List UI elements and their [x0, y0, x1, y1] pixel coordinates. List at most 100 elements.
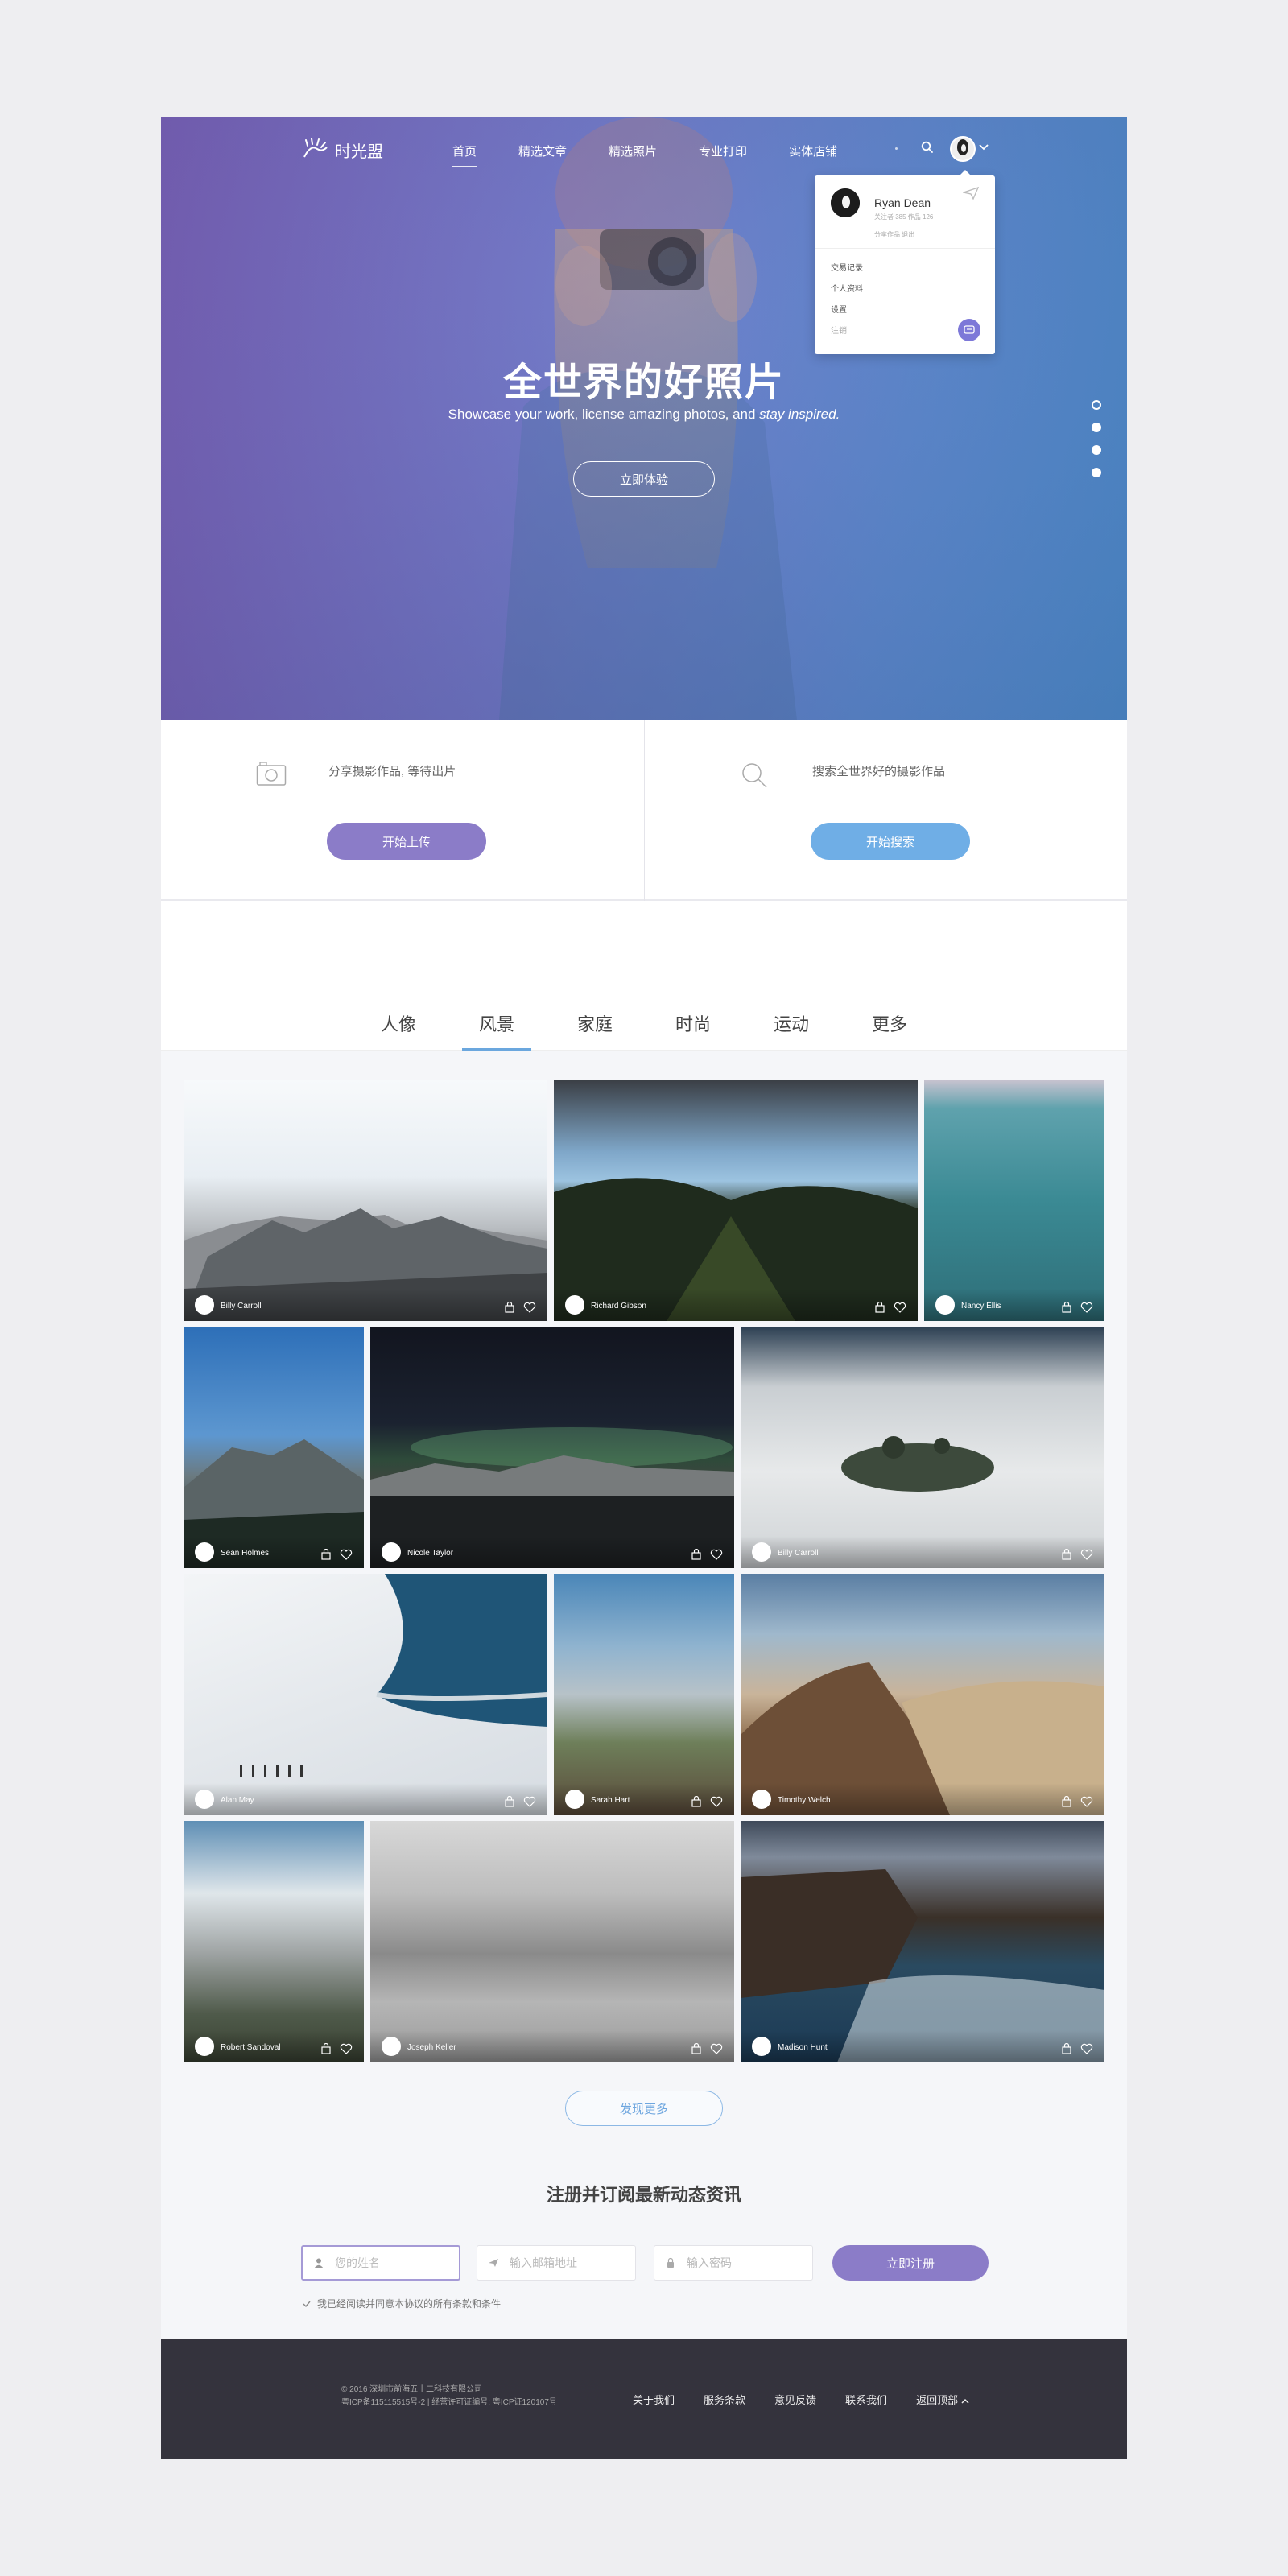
check-icon[interactable] — [303, 2301, 311, 2307]
footer-link-contact[interactable]: 联系我们 — [845, 2392, 887, 2407]
password-field[interactable]: 输入密码 — [654, 2245, 813, 2281]
slider-dot-1[interactable] — [1092, 400, 1101, 410]
heart-icon[interactable] — [710, 1549, 723, 1560]
heart-icon[interactable] — [894, 1302, 906, 1313]
author-avatar[interactable] — [382, 2037, 401, 2056]
photo-card[interactable]: Alan May — [184, 1574, 547, 1815]
heart-icon[interactable] — [340, 2043, 353, 2054]
bag-icon[interactable] — [504, 1302, 515, 1313]
bag-icon[interactable] — [1061, 1796, 1072, 1807]
photo-card[interactable]: Robert Sandoval — [184, 1821, 364, 2062]
heart-icon[interactable] — [1080, 2043, 1093, 2054]
bag-icon[interactable] — [691, 1549, 702, 1560]
heart-icon[interactable] — [1080, 1549, 1093, 1560]
photo-card[interactable]: Nicole Taylor — [370, 1327, 734, 1568]
name-field[interactable]: 您的姓名 — [301, 2245, 460, 2281]
dropdown-item-logout[interactable]: 注销 — [831, 325, 863, 346]
author-name[interactable]: Richard Gibson — [591, 1302, 646, 1311]
heart-icon[interactable] — [1080, 1796, 1093, 1807]
heart-icon[interactable] — [710, 1796, 723, 1807]
search-icon[interactable] — [921, 141, 934, 154]
heart-icon[interactable] — [1080, 1302, 1093, 1313]
author-avatar[interactable] — [195, 1295, 214, 1315]
bag-icon[interactable] — [874, 1302, 886, 1313]
dropdown-item-settings[interactable]: 设置 — [831, 304, 863, 325]
author-avatar[interactable] — [382, 1542, 401, 1562]
tab-fashion[interactable]: 时尚 — [644, 1002, 742, 1051]
tab-sports[interactable]: 运动 — [742, 1002, 840, 1051]
bag-icon[interactable] — [320, 2043, 332, 2054]
slider-dot-2[interactable] — [1092, 423, 1101, 432]
discover-more-button[interactable]: 发现更多 — [565, 2091, 723, 2126]
try-now-button[interactable]: 立即体验 — [573, 461, 715, 497]
author-name[interactable]: Robert Sandoval — [221, 2043, 281, 2052]
author-avatar[interactable] — [565, 1790, 584, 1809]
slider-dot-4[interactable] — [1092, 468, 1101, 477]
photo-card[interactable]: Billy Carroll — [184, 1080, 547, 1321]
author-avatar[interactable] — [752, 1790, 771, 1809]
photo-card[interactable]: Richard Gibson — [554, 1080, 918, 1321]
photo-card[interactable]: Sean Holmes — [184, 1327, 364, 1568]
photo-card[interactable]: Timothy Welch — [741, 1574, 1104, 1815]
author-name[interactable]: Nancy Ellis — [961, 1302, 1001, 1311]
tab-family[interactable]: 家庭 — [546, 1002, 644, 1051]
bag-icon[interactable] — [691, 2043, 702, 2054]
dropdown-item-profile[interactable]: 个人资料 — [831, 283, 863, 304]
author-name[interactable]: Nicole Taylor — [407, 1549, 453, 1558]
photo-card[interactable]: Joseph Keller — [370, 1821, 734, 2062]
bag-icon[interactable] — [504, 1796, 515, 1807]
photo-card[interactable]: Sarah Hart — [554, 1574, 734, 1815]
photo-card[interactable]: Billy Carroll — [741, 1327, 1104, 1568]
slider-dot-3[interactable] — [1092, 445, 1101, 455]
nav-item-photos[interactable]: 精选照片 — [609, 142, 657, 167]
nav-item-stores[interactable]: 实体店铺 — [789, 142, 837, 167]
author-avatar[interactable] — [195, 2037, 214, 2056]
bag-icon[interactable] — [1061, 1302, 1072, 1313]
heart-icon[interactable] — [710, 2043, 723, 2054]
tab-portrait[interactable]: 人像 — [349, 1002, 448, 1051]
author-name[interactable]: Billy Carroll — [221, 1302, 262, 1311]
footer-link-back-top[interactable]: 返回顶部 — [916, 2392, 969, 2407]
dropdown-item-transactions[interactable]: 交易记录 — [831, 262, 863, 283]
author-name[interactable]: Billy Carroll — [778, 1549, 819, 1558]
author-avatar[interactable] — [752, 2037, 771, 2056]
photo-card[interactable]: Nancy Ellis — [924, 1080, 1104, 1321]
author-name[interactable]: Madison Hunt — [778, 2043, 828, 2052]
author-avatar[interactable] — [752, 1542, 771, 1562]
chevron-down-icon[interactable] — [979, 144, 989, 151]
author-name[interactable]: Alan May — [221, 1796, 254, 1805]
bag-icon[interactable] — [691, 1796, 702, 1807]
start-upload-button[interactable]: 开始上传 — [327, 823, 486, 860]
nav-item-home[interactable]: 首页 — [452, 142, 477, 167]
author-name[interactable]: Timothy Welch — [778, 1796, 831, 1805]
start-search-button[interactable]: 开始搜索 — [811, 823, 970, 860]
email-field[interactable]: 输入邮箱地址 — [477, 2245, 636, 2281]
nav-item-printing[interactable]: 专业打印 — [699, 142, 747, 167]
author-name[interactable]: Joseph Keller — [407, 2043, 456, 2052]
author-name[interactable]: Sarah Hart — [591, 1796, 630, 1805]
heart-icon[interactable] — [523, 1302, 536, 1313]
footer-link-terms[interactable]: 服务条款 — [704, 2392, 745, 2407]
send-icon[interactable] — [963, 187, 979, 200]
tab-landscape[interactable]: 风景 — [448, 1002, 546, 1051]
bag-icon[interactable] — [1061, 2043, 1072, 2054]
author-avatar[interactable] — [195, 1790, 214, 1809]
dropdown-sub[interactable]: 分享作品 退出 — [874, 230, 914, 239]
register-button[interactable]: 立即注册 — [832, 2245, 989, 2281]
bag-icon[interactable] — [1061, 1549, 1072, 1560]
photo-card[interactable]: Madison Hunt — [741, 1821, 1104, 2062]
tab-more[interactable]: 更多 — [840, 1002, 939, 1051]
agree-row[interactable]: 我已经阅读并同意本协议的所有条款和条件 — [303, 2297, 501, 2310]
dropdown-chat-button[interactable] — [958, 319, 980, 341]
author-avatar[interactable] — [935, 1295, 955, 1315]
heart-icon[interactable] — [523, 1796, 536, 1807]
nav-item-articles[interactable]: 精选文章 — [518, 142, 567, 167]
heart-icon[interactable] — [340, 1549, 353, 1560]
footer-link-feedback[interactable]: 意见反馈 — [774, 2392, 816, 2407]
bag-icon[interactable] — [320, 1549, 332, 1560]
author-avatar[interactable] — [195, 1542, 214, 1562]
author-name[interactable]: Sean Holmes — [221, 1549, 269, 1558]
footer-link-about[interactable]: 关于我们 — [633, 2392, 675, 2407]
user-avatar[interactable] — [950, 136, 976, 162]
logo[interactable]: 时光盟 — [299, 138, 383, 162]
